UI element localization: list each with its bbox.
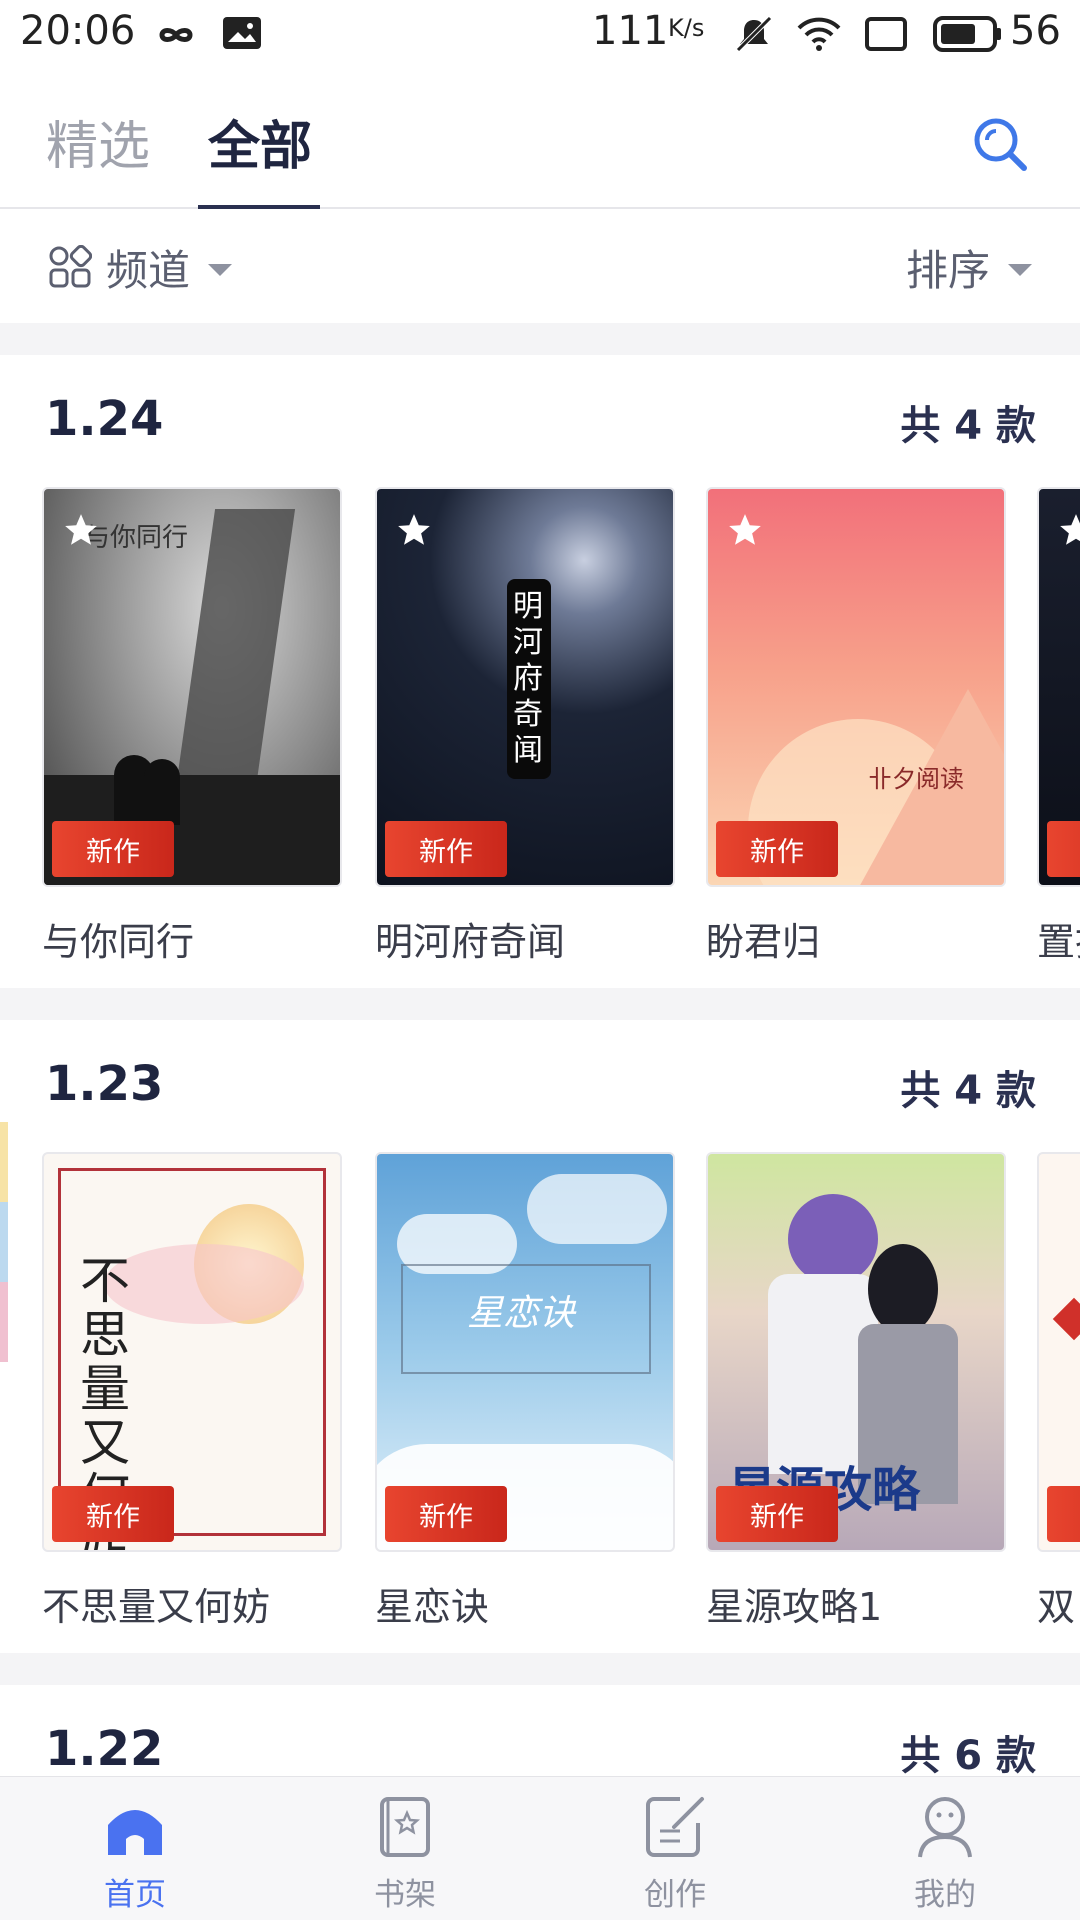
section-divider: [0, 323, 1080, 355]
book-cover: 新作: [1037, 1152, 1080, 1552]
date-section: 1.22 共 6 款: [0, 1685, 1080, 1776]
star-icon[interactable]: [726, 511, 764, 549]
book-card[interactable]: 与你同行 新作 与你同行: [42, 487, 342, 966]
bookshelf-icon: [380, 1797, 430, 1857]
nav-create[interactable]: 创作: [605, 1791, 745, 1914]
home-icon: [108, 1810, 162, 1855]
bottom-nav: 首页 书架 创作 我的: [0, 1776, 1080, 1920]
new-work-badge: 新作: [385, 1486, 507, 1542]
nav-home[interactable]: 首页: [65, 1791, 205, 1914]
battery-icon: [933, 16, 1001, 52]
new-work-badge: 新作: [716, 1486, 838, 1542]
grid-icon: [49, 245, 92, 288]
nav-label: 书架: [374, 1877, 436, 1913]
channel-label: 频道: [106, 245, 191, 295]
new-work-badge: 新作: [1047, 1486, 1080, 1542]
star-icon[interactable]: [1057, 511, 1080, 549]
nav-label: 首页: [104, 1877, 166, 1913]
book-title: 与你同行: [42, 920, 195, 964]
net-unit: K/s: [668, 14, 705, 42]
book-cover: 新作: [1037, 487, 1080, 887]
search-icon[interactable]: [970, 114, 1030, 174]
section-count[interactable]: 共 6 款: [900, 1723, 1036, 1776]
book-title: 星源攻略1: [706, 1585, 883, 1629]
wifi-icon: [797, 17, 841, 51]
edge-strip: [0, 1282, 8, 1362]
book-card[interactable]: 新作 双: [1037, 1152, 1080, 1631]
book-card[interactable]: 卝夕阅读 新作 盼君归: [706, 487, 1006, 966]
section-count[interactable]: 共 4 款: [900, 1058, 1036, 1116]
create-icon: [646, 1797, 704, 1857]
new-work-badge: 新作: [385, 821, 507, 877]
active-tab-indicator: [198, 205, 320, 209]
profile-icon: [918, 1797, 972, 1858]
chevron-down-icon: [208, 264, 233, 276]
infinity-icon: [159, 28, 193, 42]
book-cover: 明河府奇闻 新作: [375, 487, 675, 887]
section-date: 1.23: [45, 1056, 164, 1112]
star-icon[interactable]: [62, 511, 100, 549]
cover-text: 卝夕阅读: [868, 765, 964, 793]
tab-all[interactable]: 全部: [208, 104, 312, 179]
nav-profile[interactable]: 我的: [875, 1791, 1015, 1914]
nav-label: 创作: [644, 1877, 706, 1913]
nav-label: 我的: [914, 1877, 976, 1913]
top-tabs: 精选 全部: [0, 66, 1080, 209]
edge-strip: [0, 1202, 8, 1282]
battery-level: 56: [1010, 8, 1061, 54]
book-title: 盼君归: [706, 920, 821, 964]
section-date: 1.22: [45, 1721, 164, 1776]
channel-filter-button[interactable]: 频道: [48, 237, 233, 297]
nav-bookshelf[interactable]: 书架: [335, 1791, 475, 1914]
book-card[interactable]: 新作 置拔: [1037, 487, 1080, 966]
filter-row: 频道 排序: [0, 211, 1080, 323]
date-section: 1.23 共 4 款 不思量又何妨 新作 不思量又何妨 星恋诀 新作 星恋诀 星: [0, 1020, 1080, 1653]
star-icon[interactable]: [395, 511, 433, 549]
status-bar: 20:06 111 K/s 56: [0, 0, 1080, 66]
chevron-down-icon: [1008, 264, 1032, 276]
mute-icon: [736, 16, 772, 52]
edge-strip: [0, 1122, 8, 1202]
book-card[interactable]: 明河府奇闻 新作 明河府奇闻: [375, 487, 675, 966]
book-title: 不思量又何妨: [42, 1585, 271, 1629]
section-divider: [0, 988, 1080, 1020]
cover-text: 明河府奇闻: [513, 589, 543, 768]
book-title: 置拔: [1037, 920, 1080, 964]
sort-button[interactable]: 排序: [906, 237, 1032, 297]
screen-rotate-icon: [865, 17, 907, 51]
new-work-badge: 新作: [1047, 821, 1080, 877]
section-divider: [0, 1653, 1080, 1685]
book-card[interactable]: 不思量又何妨 新作 不思量又何妨: [42, 1152, 342, 1631]
book-card[interactable]: 星源攻略 新作 星源攻略1: [706, 1152, 1006, 1631]
tab-featured[interactable]: 精选: [46, 104, 150, 179]
section-count[interactable]: 共 4 款: [900, 393, 1036, 451]
book-card[interactable]: 星恋诀 新作 星恋诀: [375, 1152, 675, 1631]
book-title: 双: [1037, 1585, 1076, 1629]
net-speed: 111: [592, 8, 669, 54]
book-cover: 星源攻略 新作: [706, 1152, 1006, 1552]
image-icon: [223, 17, 261, 49]
cover-text: 星恋诀: [467, 1293, 576, 1334]
book-title: 星恋诀: [375, 1585, 490, 1629]
section-date: 1.24: [45, 391, 164, 447]
book-cover: 卝夕阅读 新作: [706, 487, 1006, 887]
book-cover: 不思量又何妨 新作: [42, 1152, 342, 1552]
book-title: 明河府奇闻: [375, 920, 566, 964]
book-cover: 与你同行 新作: [42, 487, 342, 887]
sort-label: 排序: [905, 245, 990, 295]
new-work-badge: 新作: [52, 1486, 174, 1542]
book-cover: 星恋诀 新作: [375, 1152, 675, 1552]
date-section: 1.24 共 4 款 与你同行 新作 与你同行 明河府奇闻 新作 明河府奇闻 卝…: [0, 355, 1080, 988]
status-time: 20:06: [20, 8, 136, 54]
new-work-badge: 新作: [716, 821, 838, 877]
new-work-badge: 新作: [52, 821, 174, 877]
